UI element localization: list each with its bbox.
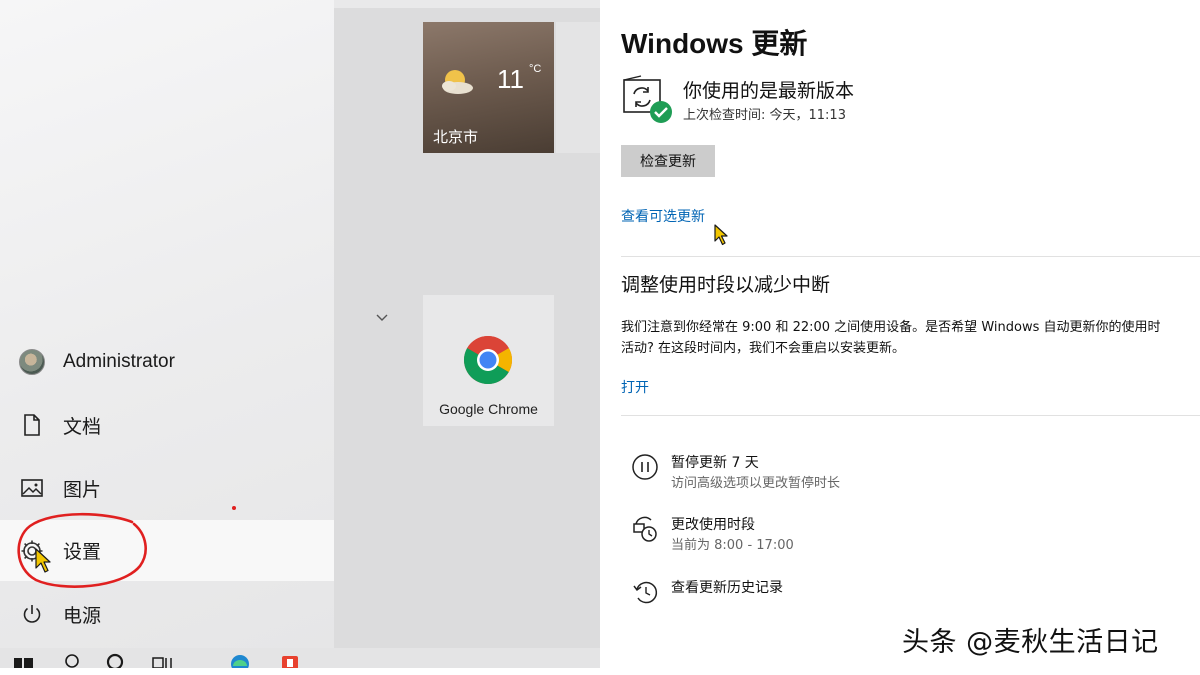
weather-temperature: 11 [497,64,524,94]
wps-icon[interactable] [280,652,300,668]
chrome-icon [463,336,513,385]
edge-icon[interactable] [228,652,252,668]
watermark: 头条 @麦秋生活日记 [902,627,1159,658]
update-status-icon [623,75,672,123]
mouse-cursor-icon [714,224,728,246]
pause-updates-option[interactable]: 暂停更新 7 天 访问高级选项以更改暂停时长 [630,452,1190,496]
update-history-title: 查看更新历史记录 [671,580,783,596]
pause-updates-title: 暂停更新 7 天 [671,455,759,471]
power-icon [18,600,46,628]
taskbar [0,648,600,668]
cortana-icon[interactable] [105,652,125,668]
check-updates-button[interactable]: 检查更新 [621,145,715,177]
page-title: Windows 更新 [621,28,808,59]
document-icon [18,411,46,439]
search-icon[interactable] [62,652,82,668]
active-hours-heading: 调整使用时段以减少中断 [621,274,831,296]
screenshot-root: Administrator 文档 图片 设置 电源 11 °C 北京市 Goog… [0,0,1200,675]
mouse-cursor-icon [35,548,51,573]
update-history-option[interactable]: 查看更新历史记录 [630,577,1190,621]
tile-placeholder [556,22,600,153]
user-name: Administrator [63,351,175,372]
weather-unit: °C [529,63,542,75]
start-menu-user[interactable]: Administrator [0,332,334,392]
change-active-hours-subtitle: 当前为 8:00 - 17:00 [671,538,794,553]
weather-city: 北京市 [433,128,479,146]
weather-tile[interactable]: 11 °C 北京市 [423,22,554,153]
start-menu-item-documents-label: 文档 [63,416,102,438]
user-avatar [18,348,46,376]
pause-updates-subtitle: 访问高级选项以更改暂停时长 [671,476,841,491]
change-active-hours-option[interactable]: 更改使用时段 当前为 8:00 - 17:00 [630,514,1190,558]
pause-icon [632,454,658,480]
last-check-time: 上次检查时间: 今天，11:13 [683,108,846,123]
partly-sunny-icon [442,70,473,94]
red-dot [232,506,236,510]
picture-icon [18,474,46,502]
active-hours-description-line: 我们注意到你经常在 9:00 和 22:00 之间使用设备。是否希望 Windo… [621,320,1161,335]
start-menu-item-documents[interactable]: 文档 [0,395,334,455]
chrome-tile[interactable]: Google Chrome [423,295,554,426]
change-active-hours-title: 更改使用时段 [671,517,755,533]
section-divider [621,415,1200,416]
chevron-down-icon[interactable] [375,313,389,323]
task-view-icon[interactable] [150,652,176,668]
update-status-text: 你使用的是最新版本 [683,80,855,102]
turn-on-link[interactable]: 打开 [621,377,649,397]
active-hours-description: 我们注意到你经常在 9:00 和 22:00 之间使用设备。是否希望 Windo… [621,317,1200,359]
section-divider [621,256,1200,257]
active-hours-description-line: 活动? 在这段时间内，我们不会重启以安装更新。 [621,341,906,356]
history-icon [633,581,658,604]
windows-start-icon[interactable] [12,652,34,668]
start-menu-item-power[interactable]: 电源 [0,584,334,644]
start-menu-item-power-label: 电源 [63,605,102,627]
optional-updates-link[interactable]: 查看可选更新 [621,206,705,226]
windows-update-settings: Windows 更新 你使用的是最新版本 上次检查时间: 今天，11:13 检查… [600,0,1200,675]
start-menu: Administrator 文档 图片 设置 电源 11 °C 北京市 Goog… [0,0,600,668]
clock-icon [633,516,657,542]
chrome-tile-label: Google Chrome [439,401,538,417]
start-menu-item-pictures-label: 图片 [63,479,102,501]
